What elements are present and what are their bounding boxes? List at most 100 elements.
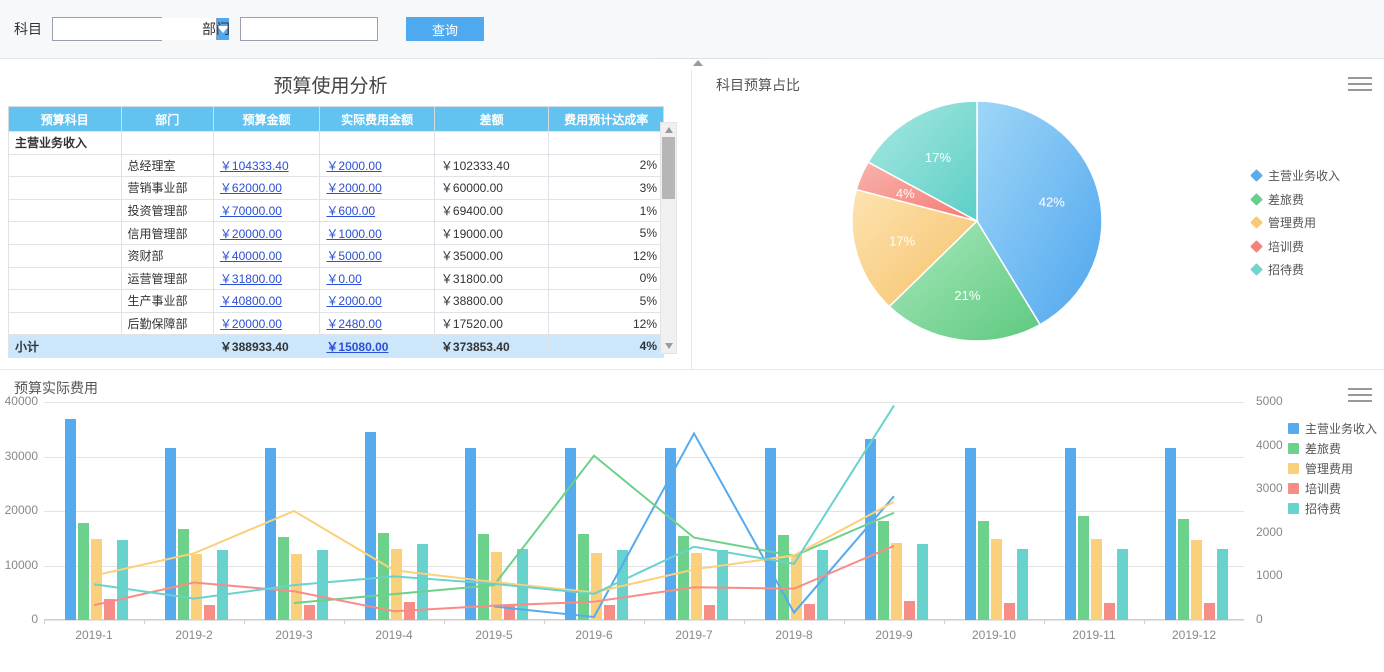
- collapse-panel-handle[interactable]: [644, 58, 752, 70]
- table-cell[interactable]: ￥2480.00: [320, 312, 435, 335]
- pie-slice-label: 42%: [1039, 195, 1065, 210]
- pie-chart-title: 科目预算占比: [716, 75, 800, 95]
- table-cell: 1%: [549, 199, 664, 222]
- table-cell: [213, 132, 319, 155]
- table-cell[interactable]: ￥2000.00: [320, 154, 435, 177]
- pie-legend-item[interactable]: 培训费: [1252, 235, 1340, 259]
- line-series[interactable]: [94, 502, 894, 593]
- table-cell: [9, 177, 122, 200]
- amount-link[interactable]: ￥20000.00: [220, 227, 282, 241]
- hamburger-menu-icon[interactable]: [1348, 77, 1372, 95]
- table-scrollbar[interactable]: [660, 122, 677, 354]
- amount-link[interactable]: ￥2000.00: [326, 159, 381, 173]
- table-cell: 5%: [549, 222, 664, 245]
- amount-link[interactable]: ￥5000.00: [326, 249, 381, 263]
- table-cell: 总经理室: [121, 154, 213, 177]
- legend-diamond-icon: [1250, 263, 1263, 276]
- table-cell[interactable]: ￥600.00: [320, 199, 435, 222]
- table-cell: 0%: [549, 267, 664, 290]
- y-axis-tick-label: 40000: [5, 394, 38, 408]
- amount-link[interactable]: ￥40000.00: [220, 249, 282, 263]
- pie-legend-label: 主营业务收入: [1268, 167, 1340, 184]
- table-cell: [9, 199, 122, 222]
- table-cell: 4%: [549, 335, 664, 358]
- table-cell[interactable]: ￥2000.00: [320, 177, 435, 200]
- x-axis-tick: [144, 620, 145, 624]
- table-cell[interactable]: ￥20000.00: [213, 222, 319, 245]
- y-axis-tick-label: 10000: [5, 558, 38, 572]
- query-button[interactable]: 查询: [406, 17, 484, 41]
- amount-link[interactable]: ￥1000.00: [326, 227, 381, 241]
- amount-link[interactable]: ￥15080.00: [326, 340, 388, 354]
- pie-legend-item[interactable]: 招待费: [1252, 258, 1340, 282]
- table-column-header: 预算科目: [9, 107, 122, 132]
- table-cell[interactable]: ￥104333.40: [213, 154, 319, 177]
- x-axis-tick: [1144, 620, 1145, 624]
- y2-axis-tick-label: 1000: [1256, 568, 1283, 582]
- table-cell: ￥38800.00: [434, 290, 549, 313]
- table-cell[interactable]: ￥40000.00: [213, 244, 319, 267]
- table-column-header: 费用预计达成率: [549, 107, 664, 132]
- table-cell[interactable]: ￥31800.00: [213, 267, 319, 290]
- table-cell[interactable]: ￥20000.00: [213, 312, 319, 335]
- table-cell: [121, 335, 213, 358]
- table-cell: ￥17520.00: [434, 312, 549, 335]
- table-cell: [9, 244, 122, 267]
- hamburger-menu-icon[interactable]: [1348, 388, 1372, 406]
- amount-link[interactable]: ￥2000.00: [326, 294, 381, 308]
- amount-link[interactable]: ￥2480.00: [326, 317, 381, 331]
- line-series[interactable]: [94, 405, 894, 598]
- budget-table-panel: 预算使用分析 预算科目部门预算金额实际费用金额差额费用预计达成率 主营业务收入总…: [0, 59, 692, 369]
- amount-link[interactable]: ￥31800.00: [220, 272, 282, 286]
- amount-link[interactable]: ￥2000.00: [326, 181, 381, 195]
- pie-slice-label: 17%: [889, 233, 915, 248]
- line-series-layer: [44, 402, 1244, 620]
- pie-legend-item[interactable]: 主营业务收入: [1252, 164, 1340, 188]
- amount-link[interactable]: ￥20000.00: [220, 317, 282, 331]
- table-cell[interactable]: ￥40800.00: [213, 290, 319, 313]
- amount-link[interactable]: ￥70000.00: [220, 204, 282, 218]
- table-cell[interactable]: ￥1000.00: [320, 222, 435, 245]
- amount-link[interactable]: ￥62000.00: [220, 181, 282, 195]
- bar-legend: 主营业务收入差旅费管理费用培训费招待费: [1288, 418, 1377, 518]
- bar-legend-item[interactable]: 差旅费: [1288, 438, 1377, 458]
- x-axis-tick-label: 2019-8: [775, 628, 812, 642]
- scrollbar-thumb[interactable]: [662, 137, 675, 199]
- line-series[interactable]: [294, 456, 894, 603]
- x-axis-tick: [444, 620, 445, 624]
- subject-input[interactable]: [53, 18, 216, 40]
- collapse-up-icon: [693, 60, 703, 66]
- department-input[interactable]: [240, 17, 378, 41]
- pie-legend-item[interactable]: 管理费用: [1252, 211, 1340, 235]
- table-cell[interactable]: ￥2000.00: [320, 290, 435, 313]
- table-cell[interactable]: ￥0.00: [320, 267, 435, 290]
- table-column-header: 差额: [434, 107, 549, 132]
- amount-link[interactable]: ￥40800.00: [220, 294, 282, 308]
- scroll-down-icon[interactable]: [665, 343, 673, 349]
- table-cell: 5%: [549, 290, 664, 313]
- pie-slice-label: 4%: [896, 186, 915, 201]
- table-cell[interactable]: ￥70000.00: [213, 199, 319, 222]
- x-axis-tick: [44, 620, 45, 624]
- pie-legend-label: 管理费用: [1268, 214, 1316, 231]
- table-cell: [9, 267, 122, 290]
- page-title: 预算使用分析: [0, 59, 661, 106]
- bar-legend-item[interactable]: 主营业务收入: [1288, 418, 1377, 438]
- table-cell[interactable]: ￥62000.00: [213, 177, 319, 200]
- table-cell: 资财部: [121, 244, 213, 267]
- table-cell[interactable]: ￥5000.00: [320, 244, 435, 267]
- pie-chart-panel: 科目预算占比 42%21%17%4%17% 主营业务收入差旅费管理费用培训费招待…: [692, 59, 1384, 369]
- amount-link[interactable]: ￥0.00: [326, 272, 361, 286]
- table-row: 生产事业部￥40800.00￥2000.00￥38800.005%: [9, 290, 664, 313]
- bar-legend-label: 主营业务收入: [1305, 420, 1377, 437]
- pie-legend-item[interactable]: 差旅费: [1252, 188, 1340, 212]
- bar-legend-item[interactable]: 招待费: [1288, 498, 1377, 518]
- table-cell[interactable]: ￥15080.00: [320, 335, 435, 358]
- scroll-up-icon[interactable]: [665, 127, 673, 133]
- bar-legend-label: 招待费: [1305, 500, 1341, 517]
- bar-legend-item[interactable]: 培训费: [1288, 478, 1377, 498]
- amount-link[interactable]: ￥104333.40: [220, 159, 289, 173]
- bar-legend-item[interactable]: 管理费用: [1288, 458, 1377, 478]
- amount-link[interactable]: ￥600.00: [326, 204, 375, 218]
- subject-select[interactable]: [52, 17, 162, 41]
